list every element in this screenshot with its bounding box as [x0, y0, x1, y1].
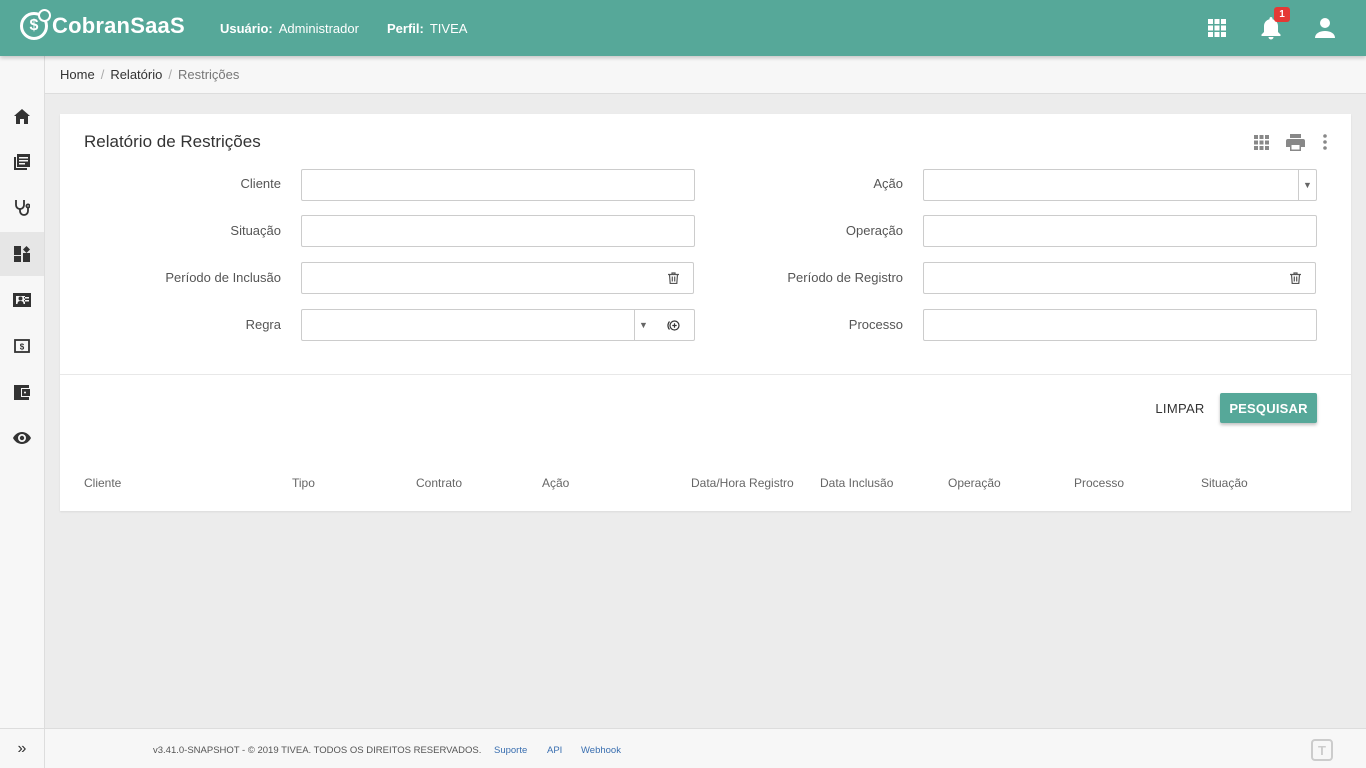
- apps-grid-icon[interactable]: [1205, 16, 1229, 40]
- clear-button[interactable]: LIMPAR: [1145, 394, 1215, 422]
- profile-value: TIVEA: [429, 21, 468, 36]
- column-header-data-inclusao[interactable]: Data Inclusão: [820, 476, 893, 490]
- support-link[interactable]: Suporte: [494, 745, 527, 756]
- svg-text:$: $: [20, 343, 25, 352]
- breadcrumb-current: Restrições: [177, 67, 240, 82]
- page-title: Relatório de Restrições: [84, 132, 261, 151]
- brand-name: CobranSaaS: [52, 13, 185, 38]
- user-value: Administrador: [278, 21, 359, 36]
- acao-dropdown-icon[interactable]: ▼: [1298, 170, 1316, 200]
- situacao-input[interactable]: [301, 215, 695, 247]
- stethoscope-icon[interactable]: [0, 186, 44, 230]
- operacao-label: Operação: [845, 223, 903, 238]
- regra-add-button[interactable]: [652, 309, 695, 341]
- column-header-cliente[interactable]: Cliente: [84, 476, 121, 490]
- eye-icon[interactable]: [0, 416, 44, 460]
- periodo-registro-input[interactable]: [923, 262, 1277, 294]
- money-icon[interactable]: $: [0, 324, 44, 368]
- processo-label: Processo: [848, 317, 903, 332]
- breadcrumb-relatorio[interactable]: Relatório: [110, 67, 162, 82]
- regra-select[interactable]: [301, 309, 653, 341]
- breadcrumb-separator: /: [168, 67, 172, 82]
- regra-label: Regra: [245, 317, 281, 332]
- report-card: Relatório de Restrições Cliente Situação…: [60, 114, 1351, 511]
- breadcrumb-home[interactable]: Home: [60, 67, 95, 82]
- clear-periodo-registro-button[interactable]: [1276, 262, 1316, 294]
- print-icon[interactable]: [1285, 132, 1305, 152]
- column-grid-icon[interactable]: [1251, 132, 1271, 152]
- webhook-link[interactable]: Webhook: [581, 745, 621, 756]
- breadcrumb-separator: /: [100, 67, 105, 82]
- api-link[interactable]: API: [547, 745, 562, 756]
- column-header-acao[interactable]: Ação: [542, 476, 569, 490]
- brand-logo[interactable]: $ CobranSaaS: [20, 9, 185, 40]
- wallet-icon[interactable]: [0, 370, 44, 414]
- search-button[interactable]: PESQUISAR: [1220, 393, 1317, 423]
- column-header-operacao[interactable]: Operação: [948, 476, 1001, 490]
- periodo-inclusao-input[interactable]: [301, 262, 655, 294]
- coin-logo-icon: $: [20, 9, 51, 40]
- notification-badge: 1: [1274, 7, 1290, 22]
- contact-card-icon[interactable]: [0, 278, 44, 322]
- footer: v3.41.0-SNAPSHOT - © 2019 TIVEA. TODOS O…: [45, 728, 1366, 768]
- trash-icon: [668, 272, 679, 284]
- periodo-registro-label: Período de Registro: [787, 270, 903, 285]
- column-header-contrato[interactable]: Contrato: [416, 476, 462, 490]
- tivea-logo: T: [1311, 739, 1333, 761]
- periodo-inclusao-label: Período de Inclusão: [165, 270, 281, 285]
- regra-dropdown-icon[interactable]: ▼: [634, 310, 652, 340]
- sidebar-expand-button[interactable]: »: [0, 728, 44, 768]
- acao-select[interactable]: [923, 169, 1317, 201]
- trash-icon: [1290, 272, 1301, 284]
- home-icon[interactable]: [0, 94, 44, 138]
- top-app-bar: $ CobranSaaS Usuário: Administrador Perf…: [0, 0, 1366, 56]
- operacao-input[interactable]: [923, 215, 1317, 247]
- column-header-processo[interactable]: Processo: [1074, 476, 1124, 490]
- breadcrumb: Home / Relatório / Restrições: [45, 56, 1366, 94]
- more-vert-icon[interactable]: [1315, 132, 1335, 152]
- column-header-situacao[interactable]: Situação: [1201, 476, 1248, 490]
- library-books-icon[interactable]: [0, 140, 44, 184]
- profile-info: Perfil: TIVEA: [387, 21, 467, 36]
- user-icon[interactable]: [1313, 16, 1337, 40]
- cliente-input[interactable]: [301, 169, 695, 201]
- dashboard-icon[interactable]: [0, 232, 44, 276]
- clear-periodo-inclusao-button[interactable]: [654, 262, 694, 294]
- sidebar: $ »: [0, 56, 45, 768]
- column-header-tipo[interactable]: Tipo: [292, 476, 315, 490]
- profile-label: Perfil:: [387, 21, 424, 36]
- processo-input[interactable]: [923, 309, 1317, 341]
- form-divider: [60, 374, 1351, 375]
- user-info: Usuário: Administrador: [220, 21, 359, 36]
- column-header-data-hora-registro[interactable]: Data/Hora Registro: [691, 476, 794, 490]
- add-circle-icon: [666, 319, 680, 331]
- version-text: v3.41.0-SNAPSHOT - © 2019 TIVEA. TODOS O…: [153, 745, 482, 756]
- user-label: Usuário:: [220, 21, 273, 36]
- acao-label: Ação: [873, 176, 903, 191]
- cliente-label: Cliente: [240, 176, 281, 191]
- situacao-label: Situação: [230, 223, 281, 238]
